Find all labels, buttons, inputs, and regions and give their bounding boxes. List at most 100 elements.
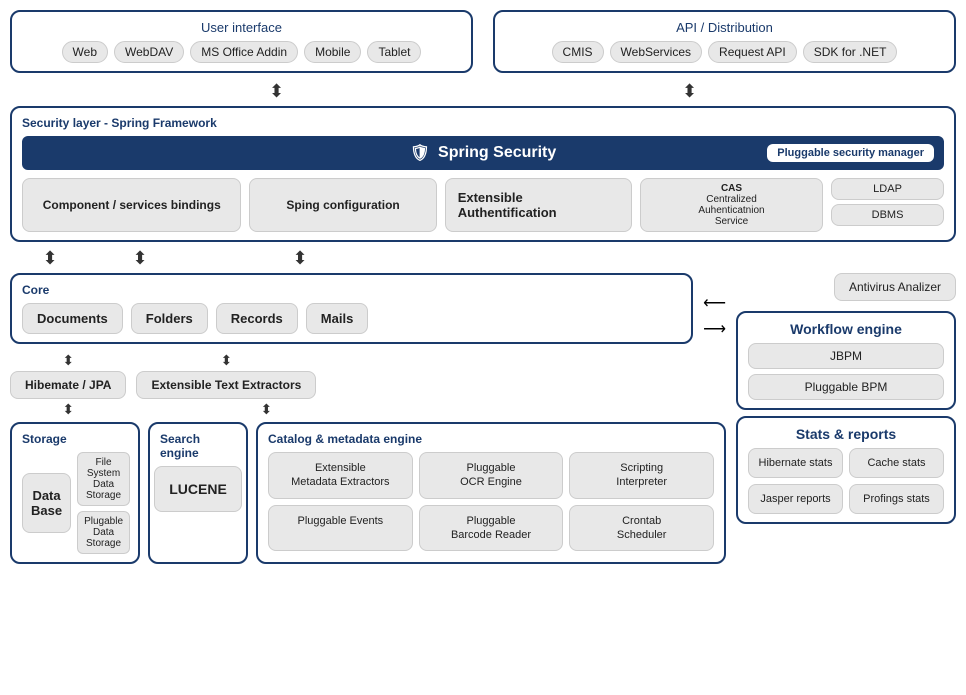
storage-chip-filesystem: File SystemData Storage — [77, 452, 130, 506]
component-bindings-chip: Component / services bindings — [22, 178, 241, 232]
chip-cmis: CMIS — [552, 41, 604, 63]
storage-inner: DataBase File SystemData Storage Plugabl… — [22, 452, 128, 554]
ext-text-col: ⬍ Extensible Text Extractors ⬍ — [136, 352, 316, 418]
arrow-row-2: ⬍ ⬍ ⬍ — [10, 248, 956, 269]
chip-msoffice: MS Office Addin — [190, 41, 298, 63]
core-chips: Documents Folders Records Mails — [22, 303, 681, 334]
pluggable-badge: Pluggable security manager — [767, 144, 934, 162]
chip-web: Web — [62, 41, 108, 63]
stats-chip-jasper: Jasper reports — [748, 484, 843, 514]
search-title: Search engine — [160, 432, 236, 460]
ext-text-chip: Extensible Text Extractors — [136, 371, 316, 399]
spring-security-bar: 🛡 Spring Security Pluggable security man… — [22, 136, 944, 170]
storage-title: Storage — [22, 432, 128, 446]
workflow-chip-pluggable: Pluggable BPM — [748, 374, 944, 400]
catalog-chip-barcode: PluggableBarcode Reader — [419, 505, 564, 552]
arrow-5: ⬍ — [200, 248, 400, 269]
ext-auth-label: Extensible Authentification — [458, 190, 619, 220]
chip-documents: Documents — [22, 303, 123, 334]
stats-chip-profings: Profings stats — [849, 484, 944, 514]
user-interface-title: User interface — [24, 20, 459, 35]
hibernate-chip: Hibemate / JPA — [10, 371, 126, 399]
stats-chip-cache: Cache stats — [849, 448, 944, 478]
antivirus-chip: Antivirus Analizer — [834, 273, 956, 301]
api-distribution-box: API / Distribution CMIS WebServices Requ… — [493, 10, 956, 73]
catalog-chip-scripting: ScriptingInterpreter — [569, 452, 714, 499]
chip-mails: Mails — [306, 303, 369, 334]
workflow-section: Workflow engine JBPM Pluggable BPM — [736, 311, 956, 410]
diagram-container: User interface Web WebDAV MS Office Addi… — [0, 0, 966, 695]
stats-grid: Hibernate stats Cache stats Jasper repor… — [748, 448, 944, 514]
ext-auth-chip: Extensible Authentification — [445, 178, 632, 232]
cas-sub2: Auhenticatnion — [698, 205, 764, 216]
dbms-chip: DBMS — [831, 204, 944, 226]
arrow-down-2: ⬍ — [682, 81, 697, 102]
cas-sub1: Centralized — [706, 194, 757, 205]
arrow-left-right-2: ⟶ — [703, 319, 726, 339]
chip-mobile: Mobile — [304, 41, 361, 63]
db-big-label: DataBase — [22, 473, 71, 533]
security-section: Security layer - Spring Framework 🛡 Spri… — [10, 106, 956, 242]
h-arrows: ⟵ ⟶ — [703, 273, 726, 339]
arrow-down-1: ⬍ — [269, 81, 284, 102]
hibernate-col: ⬍ Hibemate / JPA ⬍ — [10, 352, 126, 418]
spring-security-label: Spring Security — [438, 144, 556, 162]
catalog-chip-ext-metadata: ExtensibleMetadata Extractors — [268, 452, 413, 499]
ldap-dbms-block: LDAP DBMS — [831, 178, 944, 232]
sping-config-chip: Sping configuration — [249, 178, 436, 232]
arrow-3: ⬍ — [20, 248, 80, 269]
cas-block: CAS Centralized Auhenticatnion Service — [640, 178, 823, 232]
chip-tablet: Tablet — [367, 41, 421, 63]
stats-section: Stats & reports Hibernate stats Cache st… — [736, 416, 956, 524]
core-main: Core Documents Folders Records Mails ⟵ ⟶… — [10, 273, 726, 564]
catalog-chip-events: Pluggable Events — [268, 505, 413, 552]
right-column: Antivirus Analizer Workflow engine JBPM … — [736, 273, 956, 524]
search-section: Search engine LUCENE — [148, 422, 248, 564]
extractors-row: ⬍ Hibemate / JPA ⬍ ⬍ Extensible Text Ext… — [10, 352, 726, 418]
arrow-up-down-2: ⬍ — [62, 401, 74, 418]
catalog-chip-ocr: PluggableOCR Engine — [419, 452, 564, 499]
core-plus-arrows: Core Documents Folders Records Mails ⟵ ⟶ — [10, 273, 726, 344]
chip-webdav: WebDAV — [114, 41, 184, 63]
chip-webservices: WebServices — [610, 41, 702, 63]
stats-title: Stats & reports — [748, 426, 944, 442]
arrow-up-down-1: ⬍ — [62, 352, 74, 369]
core-right-row: Core Documents Folders Records Mails ⟵ ⟶… — [10, 273, 956, 564]
storage-right: File SystemData Storage PlugableData Sto… — [77, 452, 130, 554]
arrow-up-down-4: ⬍ — [261, 401, 273, 418]
top-row: User interface Web WebDAV MS Office Addi… — [10, 10, 956, 73]
core-label: Core — [22, 283, 681, 297]
chip-folders: Folders — [131, 303, 208, 334]
catalog-section: Catalog & metadata engine ExtensibleMeta… — [256, 422, 726, 564]
catalog-title: Catalog & metadata engine — [268, 432, 714, 446]
ui-chips-row: Web WebDAV MS Office Addin Mobile Tablet — [24, 41, 459, 63]
chip-records: Records — [216, 303, 298, 334]
security-label: Security layer - Spring Framework — [22, 116, 944, 130]
catalog-grid: ExtensibleMetadata Extractors PluggableO… — [268, 452, 714, 551]
chip-requestapi: Request API — [708, 41, 797, 63]
arrow-4: ⬍ — [90, 248, 190, 269]
antivirus-row: Antivirus Analizer — [736, 273, 956, 301]
storage-section: Storage DataBase File SystemData Storage… — [10, 422, 140, 564]
api-distribution-title: API / Distribution — [507, 20, 942, 35]
storage-chip-plugable: PlugableData Storage — [77, 511, 130, 554]
workflow-title: Workflow engine — [748, 321, 944, 337]
chip-sdkdotnet: SDK for .NET — [803, 41, 898, 63]
bottom-sections: Storage DataBase File SystemData Storage… — [10, 422, 726, 564]
ldap-chip: LDAP — [831, 178, 944, 200]
shield-icon: 🛡 — [410, 143, 430, 163]
catalog-chip-crontab: CrontabScheduler — [569, 505, 714, 552]
arrow-up-down-3: ⬍ — [221, 352, 233, 369]
cas-sub3: Service — [715, 216, 748, 227]
security-bottom-row: Component / services bindings Sping conf… — [22, 178, 944, 232]
cas-title: CAS — [721, 183, 742, 194]
arrow-row-1: ⬍ ⬍ — [10, 81, 956, 102]
arrow-left-right-1: ⟵ — [703, 293, 726, 313]
api-chips-row: CMIS WebServices Request API SDK for .NE… — [507, 41, 942, 63]
user-interface-box: User interface Web WebDAV MS Office Addi… — [10, 10, 473, 73]
workflow-chips: JBPM Pluggable BPM — [748, 343, 944, 400]
lucene-chip: LUCENE — [154, 466, 242, 512]
core-section: Core Documents Folders Records Mails — [10, 273, 693, 344]
workflow-chip-jbpm: JBPM — [748, 343, 944, 369]
stats-chip-hibernate: Hibernate stats — [748, 448, 843, 478]
